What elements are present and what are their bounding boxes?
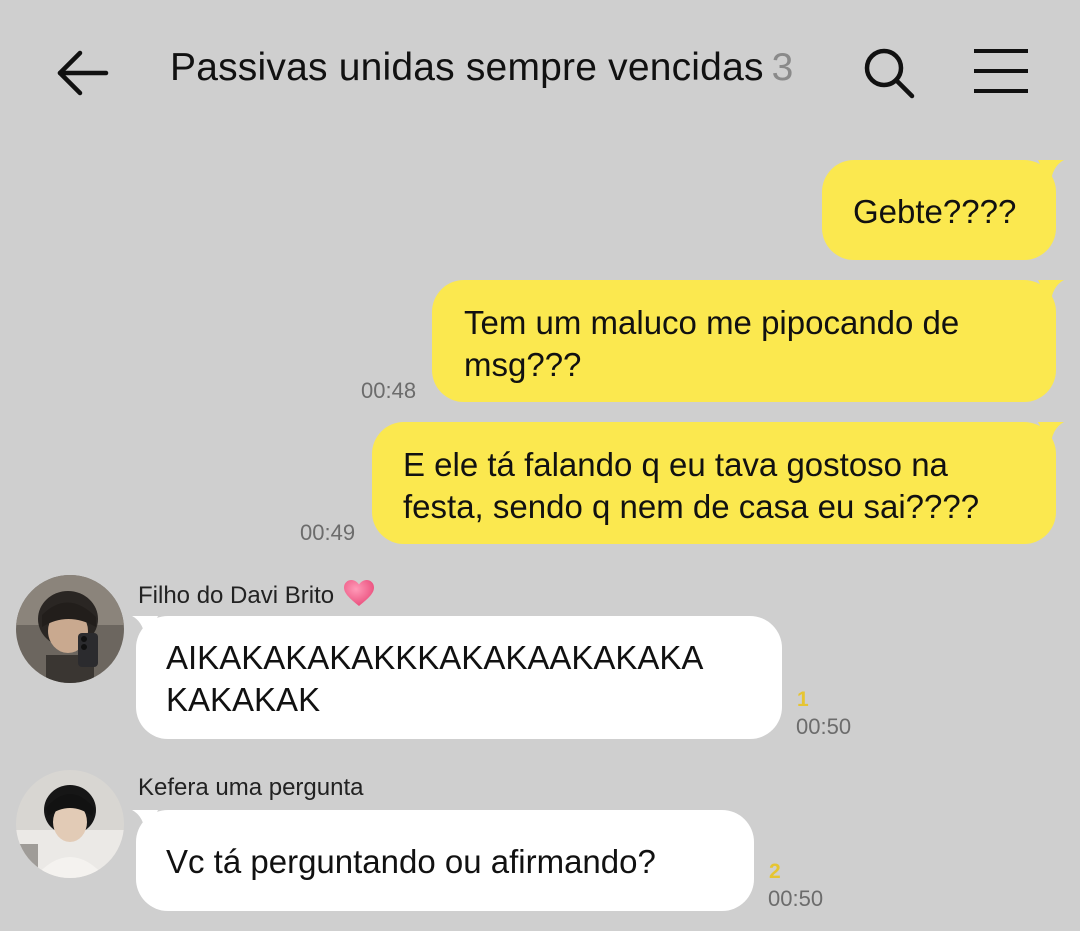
incoming-message[interactable]: Vc tá perguntando ou afirmando? bbox=[136, 810, 754, 911]
message-text-line: Tem um maluco me pipocando de bbox=[464, 304, 960, 341]
message-time: 00:50 bbox=[796, 714, 852, 739]
message-text: Vc tá perguntando ou afirmando? bbox=[166, 843, 656, 880]
outgoing-message[interactable]: Gebte???? bbox=[822, 160, 1056, 260]
heart-icon bbox=[343, 579, 375, 614]
message-time: 00:48 bbox=[361, 378, 417, 403]
sender-name: Kefera uma pergunta bbox=[138, 774, 364, 801]
bubble-tail bbox=[1038, 280, 1064, 306]
chat-header: Passivas unidas sempre vencidas 3 bbox=[0, 0, 1080, 140]
incoming-message[interactable]: AIKAKAKAKAKKKAKAKAAKAKAKA KAKAKAK bbox=[136, 616, 782, 739]
hamburger-menu-icon bbox=[974, 49, 1028, 93]
bubble-tail bbox=[1038, 422, 1064, 448]
chat-title: Passivas unidas sempre vencidas 3 bbox=[170, 46, 794, 90]
group-name: Passivas unidas sempre vencidas bbox=[170, 46, 764, 89]
message-text-line: festa, sendo q nem de casa eu sai???? bbox=[403, 488, 980, 525]
sender-name: Filho do Davi Brito bbox=[138, 579, 375, 614]
back-button[interactable] bbox=[52, 48, 110, 98]
search-button[interactable] bbox=[862, 46, 916, 100]
message-time: 00:49 bbox=[300, 520, 356, 545]
profile-photo bbox=[16, 575, 124, 683]
message-text-line: KAKAKAK bbox=[166, 681, 321, 718]
bubble-tail bbox=[1038, 160, 1064, 186]
message-time: 00:50 bbox=[768, 886, 824, 911]
profile-photo bbox=[16, 770, 124, 878]
message-text-line: AIKAKAKAKAKKKAKAKAAKAKAKA bbox=[166, 639, 704, 676]
member-count: 3 bbox=[771, 46, 794, 89]
arrow-left-icon bbox=[57, 50, 109, 96]
message-text: Gebte???? bbox=[853, 193, 1017, 230]
sender-name-text: Filho do Davi Brito bbox=[138, 582, 335, 609]
search-icon bbox=[864, 48, 915, 99]
menu-button[interactable] bbox=[972, 48, 1030, 94]
outgoing-message[interactable]: E ele tá falando q eu tava gostoso na fe… bbox=[372, 422, 1056, 544]
outgoing-message[interactable]: Tem um maluco me pipocando de msg??? bbox=[432, 280, 1056, 402]
message-text-line: msg??? bbox=[464, 346, 582, 383]
avatar[interactable] bbox=[16, 770, 124, 878]
message-text-line: E ele tá falando q eu tava gostoso na bbox=[403, 446, 948, 483]
unread-count: 1 bbox=[797, 688, 809, 711]
chat-screen: Passivas unidas sempre vencidas 3 Gebte??… bbox=[0, 0, 1080, 931]
avatar[interactable] bbox=[16, 575, 124, 683]
unread-count: 2 bbox=[769, 860, 781, 883]
